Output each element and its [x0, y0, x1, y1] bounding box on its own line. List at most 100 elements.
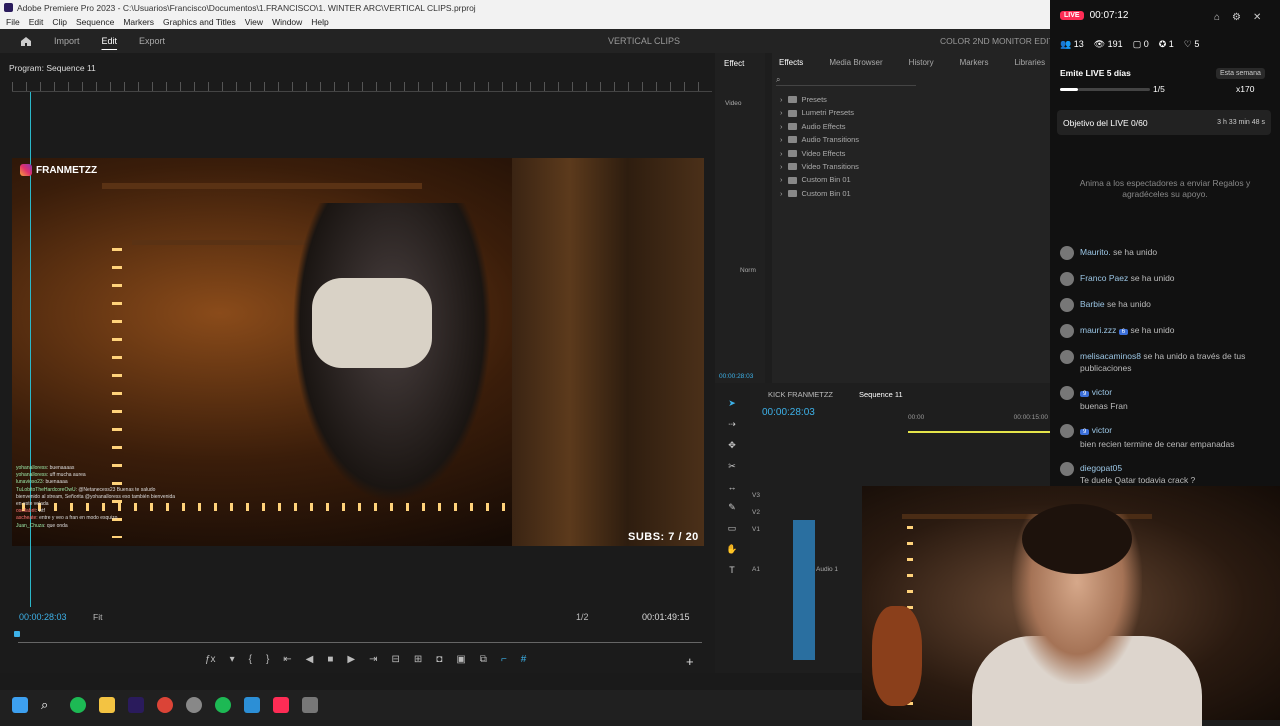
type-tool-icon[interactable]: T [729, 565, 735, 575]
scrub-bar[interactable] [18, 642, 702, 643]
app-icon[interactable] [302, 697, 318, 713]
file-explorer-icon[interactable] [99, 697, 115, 713]
go-to-out-icon[interactable]: ⇥ [369, 654, 377, 665]
folder-item[interactable]: › Lumetri Presets [780, 106, 859, 119]
extract-icon[interactable]: ⊞ [414, 654, 422, 665]
trim-icon[interactable]: ⧉ [480, 654, 487, 665]
play-icon[interactable]: ▶ [347, 654, 355, 665]
program-label[interactable]: Program: Sequence 11 [9, 63, 96, 73]
fx-icon[interactable]: ƒx [205, 654, 216, 665]
app-icon[interactable] [186, 697, 202, 713]
avatar [1060, 324, 1074, 338]
tab-export[interactable]: Export [139, 36, 165, 46]
lock-icon[interactable]: ⌂ [1214, 12, 1220, 23]
track-v2[interactable]: V2 [752, 505, 862, 519]
tab-kick-franmetzz[interactable]: KICK FRANMETZZ [768, 390, 833, 399]
windows-start-icon[interactable] [12, 697, 28, 713]
settings-icon[interactable]: ⚙ [1232, 12, 1241, 23]
avatar [1060, 462, 1074, 476]
folder-item[interactable]: › Video Transitions [780, 160, 859, 173]
folder-item[interactable]: › Custom Bin 01 [780, 187, 859, 200]
menu-clip[interactable]: Clip [52, 17, 67, 27]
folder-item[interactable]: › Audio Transitions [780, 133, 859, 146]
tab-edit[interactable]: Edit [102, 36, 118, 46]
folder-icon [787, 176, 797, 184]
tab-effects[interactable]: Effects [779, 58, 803, 67]
effects-search-input[interactable]: ⌕ [776, 74, 916, 86]
folder-icon [787, 123, 797, 131]
chrome-icon[interactable] [157, 697, 173, 713]
menu-view[interactable]: View [245, 17, 263, 27]
razor-icon[interactable]: ✂ [728, 461, 736, 472]
close-icon[interactable]: ✕ [1253, 12, 1261, 23]
menu-markers[interactable]: Markers [123, 17, 154, 27]
compare-icon[interactable]: ▣ [456, 654, 465, 665]
menu-window[interactable]: Window [272, 17, 302, 27]
selection-tool-icon[interactable]: ➤ [728, 398, 736, 409]
tab-libraries[interactable]: Libraries [1014, 58, 1045, 67]
work-area-bar[interactable] [908, 431, 1050, 433]
stat-d: ✪ 1 [1158, 39, 1174, 49]
chat-message: Barbie se ha unido [1060, 298, 1275, 312]
avatar [1060, 424, 1074, 438]
blend-mode[interactable]: Norm [740, 267, 756, 274]
home-icon[interactable] [20, 36, 32, 47]
spotify-icon[interactable] [70, 697, 86, 713]
step-back-icon[interactable]: ◀ [306, 654, 314, 665]
timeline-timecode[interactable]: 00:00:28:03 [762, 407, 815, 418]
avatar [1060, 272, 1074, 286]
tab-history[interactable]: History [909, 58, 934, 67]
search-icon[interactable]: ⌕ [41, 697, 57, 713]
track-select-icon[interactable]: ⇢ [728, 419, 736, 430]
vr-icon[interactable]: ⌐ [501, 654, 507, 665]
app-icon[interactable] [244, 697, 260, 713]
tab-import[interactable]: Import [54, 36, 80, 46]
ripple-edit-icon[interactable]: ✥ [728, 440, 736, 451]
mark-out-icon[interactable]: } [266, 654, 269, 665]
menu-sequence[interactable]: Sequence [76, 17, 114, 27]
folder-item[interactable]: › Custom Bin 01 [780, 173, 859, 186]
menu-edit[interactable]: Edit [29, 17, 44, 27]
track-a1[interactable]: A1 [752, 562, 862, 576]
hand-icon[interactable]: ✋ [726, 544, 737, 555]
tiktok-live-icon[interactable] [273, 697, 289, 713]
premiere-taskbar-icon[interactable] [128, 697, 144, 713]
go-to-in-icon[interactable]: ⇤ [283, 654, 291, 665]
live-goal-title: Emite LIVE 5 días [1060, 68, 1131, 78]
stat-c: ▢ 0 [1132, 39, 1149, 49]
track-target-bar[interactable] [793, 520, 815, 660]
menu-help[interactable]: Help [311, 17, 328, 27]
slip-icon[interactable]: ↔ [728, 482, 737, 492]
folder-icon [787, 109, 797, 117]
menu-graphics[interactable]: Graphics and Titles [163, 17, 236, 27]
resolution-dropdown[interactable]: 1/2 [576, 612, 589, 622]
camera-icon[interactable]: ◘ [436, 654, 442, 665]
effect-controls-tab[interactable]: Effect [724, 59, 744, 68]
folder-item[interactable]: › Audio Effects [780, 120, 859, 133]
scrub-playhead[interactable] [14, 631, 20, 637]
instagram-handle: FRANMETZZ [36, 164, 98, 176]
stop-icon[interactable]: ■ [327, 654, 333, 665]
chat-message: 9 victor buenas Fran [1060, 386, 1275, 412]
program-timecode[interactable]: 00:00:28:03 [19, 612, 67, 622]
rectangle-icon[interactable]: ▭ [728, 523, 737, 534]
tab-markers[interactable]: Markers [960, 58, 989, 67]
spotify-icon[interactable] [215, 697, 231, 713]
tab-media-browser[interactable]: Media Browser [829, 58, 882, 67]
add-button[interactable]: + [686, 654, 694, 669]
pen-icon[interactable]: ✎ [728, 502, 736, 513]
folder-item[interactable]: › Presets [780, 93, 859, 106]
tab-sequence-11[interactable]: Sequence 11 [859, 390, 903, 399]
fit-dropdown[interactable]: Fit [93, 612, 102, 622]
timeline-ruler[interactable]: 00:00 00:00:15:00 [908, 414, 1048, 421]
menu-file[interactable]: File [6, 17, 20, 27]
avatar [1060, 246, 1074, 260]
workspace-tabs[interactable]: COLOR 2ND MONITOR EDIT 2N [940, 36, 1067, 46]
live-objective[interactable]: Objetivo del LIVE 0/60 3 h 33 min 48 s [1057, 110, 1271, 135]
folder-item[interactable]: › Video Effects [780, 147, 859, 160]
track-v3[interactable]: V3 [752, 488, 862, 502]
lift-icon[interactable]: ⊟ [392, 654, 400, 665]
safe-margins-icon[interactable]: # [521, 654, 527, 665]
mark-in-icon[interactable]: { [249, 654, 252, 665]
marker-icon[interactable]: ▾ [230, 654, 235, 665]
